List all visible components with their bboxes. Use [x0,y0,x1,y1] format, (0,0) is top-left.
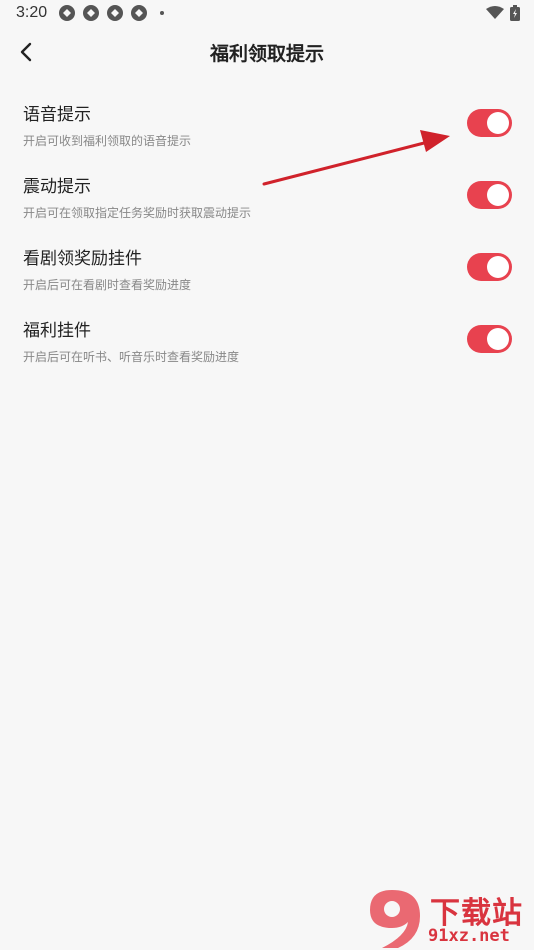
setting-drama-reward-widget: 看剧领奖励挂件 开启后可在看剧时查看奖励进度 [0,232,534,304]
status-notification-icons [58,4,164,22]
toggle-knob [487,328,509,350]
wifi-icon [486,6,504,19]
setting-title: 福利挂件 [23,321,91,341]
setting-description: 开启可在领取指定任务奖励时获取震动提示 [23,206,252,220]
page-title: 福利领取提示 [209,43,324,65]
watermark-url: 91xz.net [428,926,510,946]
settings-list: 语音提示 开启可收到福利领取的语音提示 震动提示 开启可在领取指定任务奖励时获取… [0,88,534,376]
setting-title: 看剧领奖励挂件 [23,249,142,269]
status-system-icons [486,5,520,21]
toggle-knob [487,184,509,206]
sync-icon [107,5,123,21]
setting-voice-reminder: 语音提示 开启可收到福利领取的语音提示 [0,88,534,160]
sync-icon [59,5,75,21]
toggle-knob [487,256,509,278]
dot-icon [160,11,164,15]
vibration-reminder-toggle[interactable] [467,181,512,209]
setting-title: 语音提示 [23,105,91,125]
welfare-widget-toggle[interactable] [467,325,512,353]
drama-reward-widget-toggle[interactable] [467,253,512,281]
voice-reminder-toggle[interactable] [467,109,512,137]
sync-icon [131,5,147,21]
setting-description: 开启后可在听书、听音乐时查看奖励进度 [23,350,240,364]
watermark-logo-icon [370,890,420,948]
toggle-knob [487,112,509,134]
setting-description: 开启可收到福利领取的语音提示 [23,134,192,148]
header: 福利领取提示 [0,28,534,76]
setting-welfare-widget: 福利挂件 开启后可在听书、听音乐时查看奖励进度 [0,304,534,376]
status-bar: 3:20 [0,0,534,28]
status-time: 3:20 [16,4,48,21]
setting-description: 开启后可在看剧时查看奖励进度 [23,278,192,292]
battery-charging-icon [510,5,520,21]
setting-title: 震动提示 [23,177,91,197]
setting-vibration-reminder: 震动提示 开启可在领取指定任务奖励时获取震动提示 [0,160,534,232]
watermark: 下载站 91xz.net [362,888,534,950]
sync-icon [83,5,99,21]
